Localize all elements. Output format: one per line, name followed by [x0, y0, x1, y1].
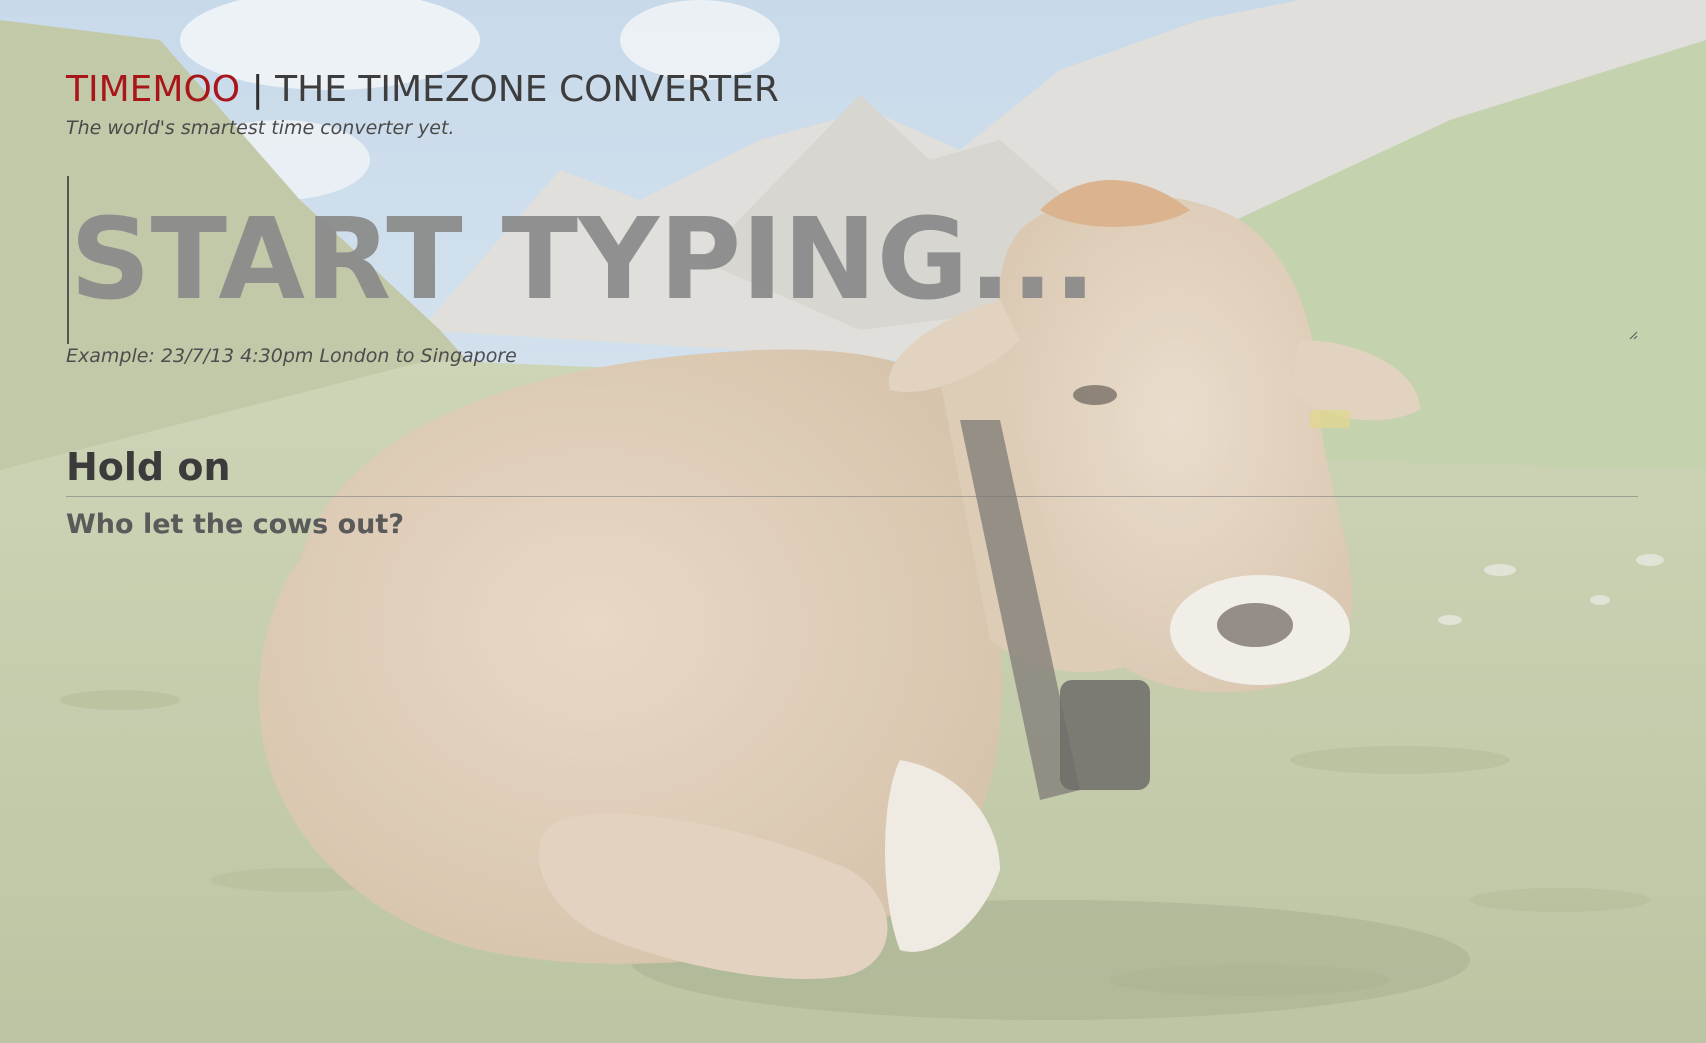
- converter-input-wrapper: [66, 176, 1638, 344]
- site-title: TIMEMOO | THE TIMEZONE CONVERTER: [66, 66, 1638, 114]
- time-query-input[interactable]: [66, 176, 1638, 344]
- brand-title: THE TIMEZONE CONVERTER: [275, 69, 779, 110]
- tagline: The world's smartest time converter yet.: [66, 117, 455, 139]
- page: TIMEMOO | THE TIMEZONE CONVERTER The wor…: [0, 0, 1706, 1043]
- brand-name[interactable]: TIMEMOO: [66, 69, 240, 110]
- text-caret: [67, 176, 69, 344]
- brand-separator: |: [240, 69, 276, 110]
- result-message: Who let the cows out?: [66, 509, 404, 540]
- input-example-hint: Example: 23/7/13 4:30pm London to Singap…: [66, 345, 517, 367]
- resize-handle-icon[interactable]: [1628, 330, 1638, 340]
- main-content: TIMEMOO | THE TIMEZONE CONVERTER The wor…: [66, 66, 1638, 543]
- result-divider: [66, 496, 1638, 497]
- result-title: Hold on: [66, 445, 231, 489]
